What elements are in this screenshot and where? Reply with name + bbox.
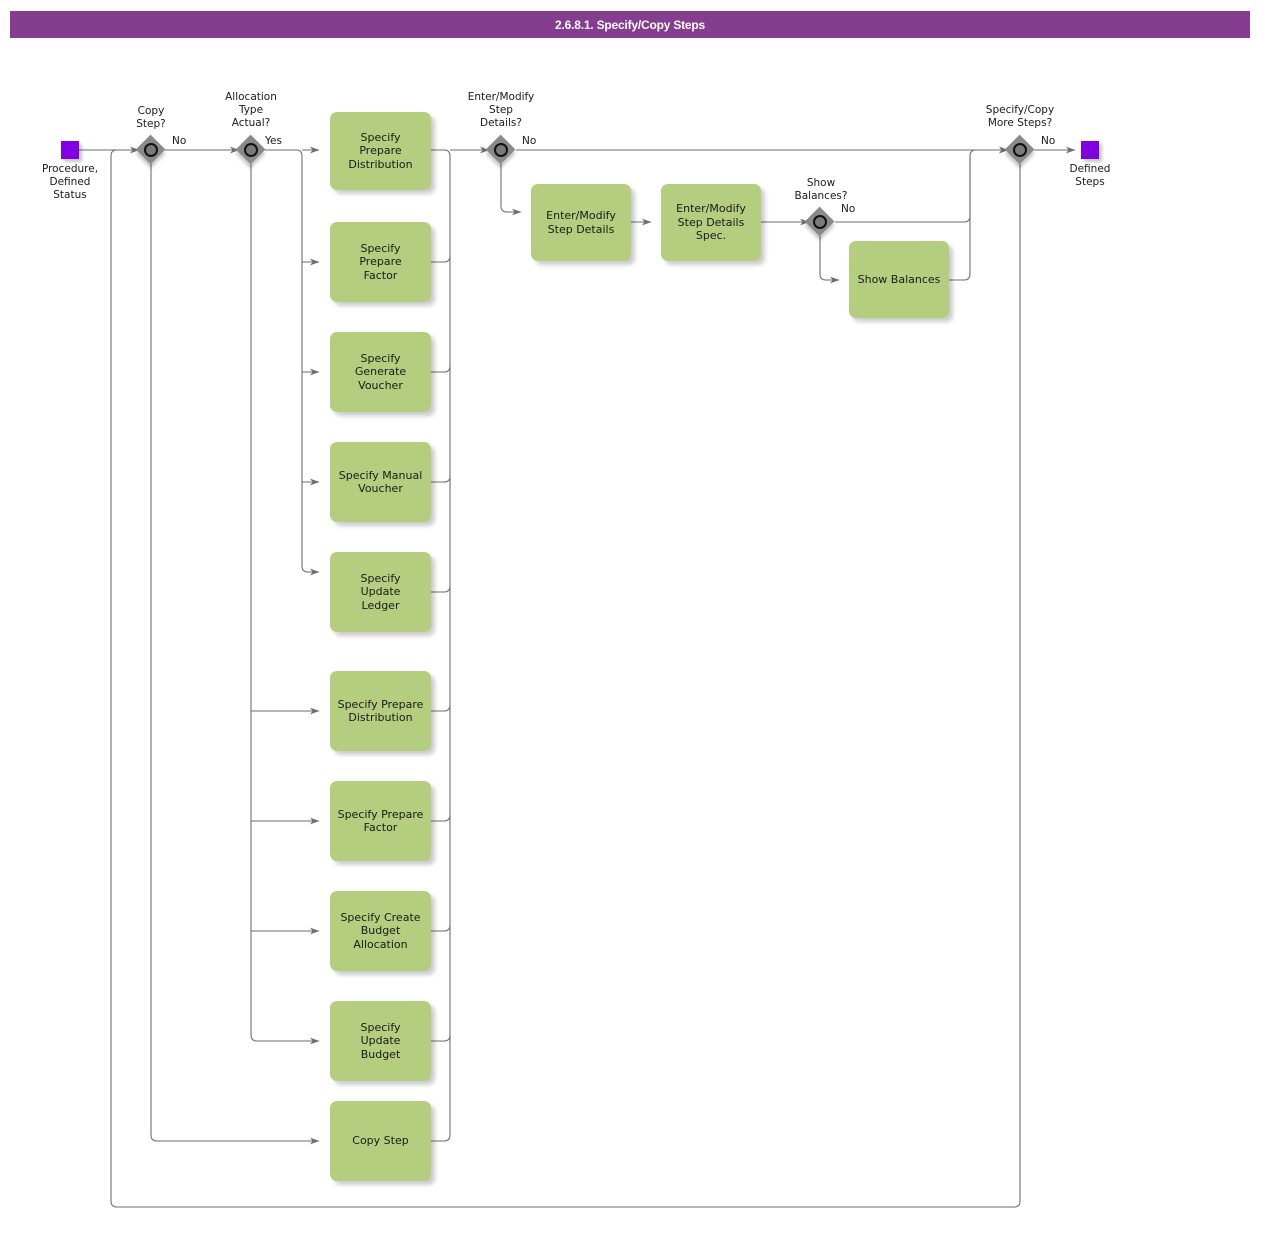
task-copy-step[interactable]: Copy Step	[330, 1101, 431, 1181]
start-event-procedure-defined-status[interactable]	[61, 141, 79, 159]
gateway-ring-icon	[1013, 143, 1027, 157]
gateway-copy-step[interactable]	[136, 135, 166, 165]
task-specify-prepare-factor-1[interactable]: Specify Prepare Factor	[330, 222, 431, 302]
gateway-show-balances-label: Show Balances?	[794, 177, 848, 202]
task-specify-manual-voucher[interactable]: Specify Manual Voucher	[330, 442, 431, 522]
gateway-ring-icon	[494, 143, 508, 157]
gateway-ring-icon	[144, 143, 158, 157]
gateway-step-details-label: Enter/Modify Step Details?	[467, 91, 535, 129]
gateway-more-steps-branch-no: No	[1041, 135, 1056, 147]
task-specify-generate-voucher[interactable]: Specify Generate Voucher	[330, 332, 431, 412]
gateway-ring-icon	[813, 215, 827, 229]
flowchart-canvas: Procedure, Defined Status Defined Steps …	[0, 0, 1280, 1240]
gateway-ring-icon	[244, 143, 258, 157]
task-specify-update-budget[interactable]: Specify Update Budget	[330, 1001, 431, 1081]
gateway-specify-copy-more-steps[interactable]	[1005, 135, 1035, 165]
gateway-allocation-type-branch-yes: Yes	[265, 135, 282, 147]
end-event-label: Defined Steps	[1069, 163, 1111, 188]
task-specify-prepare-factor-2[interactable]: Specify Prepare Factor	[330, 781, 431, 861]
gateway-more-steps-label: Specify/Copy More Steps?	[985, 104, 1055, 129]
gateway-enter-modify-step-details[interactable]	[486, 135, 516, 165]
task-specify-prepare-distribution-1[interactable]: Specify Prepare Distribution	[330, 112, 431, 190]
task-enter-modify-step-details-spec[interactable]: Enter/Modify Step Details Spec.	[661, 184, 761, 261]
gateway-show-balances-branch-no: No	[841, 203, 856, 215]
task-specify-create-budget-allocation[interactable]: Specify Create Budget Allocation	[330, 891, 431, 971]
end-event-defined-steps[interactable]	[1081, 141, 1099, 159]
task-specify-update-ledger[interactable]: Specify Update Ledger	[330, 552, 431, 632]
gateway-allocation-type-label: Allocation Type Actual?	[225, 91, 277, 129]
task-specify-prepare-distribution-2[interactable]: Specify Prepare Distribution	[330, 671, 431, 751]
gateway-allocation-type-actual[interactable]	[236, 135, 266, 165]
gateway-step-details-branch-no: No	[522, 135, 537, 147]
gateway-show-balances[interactable]	[805, 207, 835, 237]
gateway-copy-step-branch-no: No	[172, 135, 187, 147]
gateway-copy-step-label: Copy Step?	[136, 105, 166, 130]
start-event-label: Procedure, Defined Status	[41, 163, 99, 201]
task-enter-modify-step-details[interactable]: Enter/Modify Step Details	[531, 184, 631, 261]
task-show-balances[interactable]: Show Balances	[849, 241, 949, 318]
